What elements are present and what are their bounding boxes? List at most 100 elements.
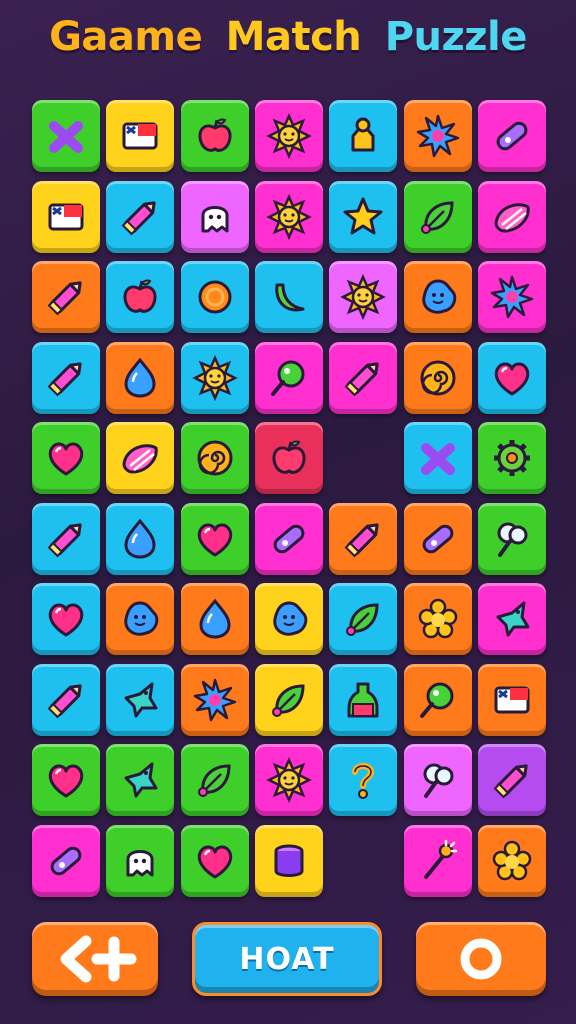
- heart-icon: [48, 603, 84, 637]
- banana-icon: [275, 283, 305, 312]
- tile-r8-c6[interactable]: [404, 664, 472, 736]
- tile-r5-c2[interactable]: [106, 422, 174, 494]
- hoat-button-label: HOAT: [239, 941, 335, 977]
- tile-r9-c7[interactable]: [478, 744, 546, 816]
- heart-icon: [197, 845, 233, 879]
- tile-r6-c6[interactable]: [404, 503, 472, 575]
- tile-r6-c4[interactable]: [255, 503, 323, 575]
- tile-r5-c6[interactable]: [404, 422, 472, 494]
- tile-r1-c4[interactable]: [255, 100, 323, 172]
- apple-icon: [123, 279, 157, 313]
- tile-r3-c3[interactable]: [181, 261, 249, 333]
- tile-r8-c4[interactable]: [255, 664, 323, 736]
- tile-r1-c7[interactable]: [478, 100, 546, 172]
- tile-r7-c5[interactable]: [329, 583, 397, 655]
- tile-r4-c7[interactable]: [478, 342, 546, 414]
- cross-icon: [421, 443, 455, 475]
- tile-r6-c7[interactable]: [478, 503, 546, 575]
- tile-r4-c3[interactable]: [181, 342, 249, 414]
- tile-r9-c5[interactable]: [329, 744, 397, 816]
- wand-icon: [424, 839, 458, 879]
- tile-r7-c2[interactable]: [106, 583, 174, 655]
- tile-r6-c5[interactable]: [329, 503, 397, 575]
- swirl-icon: [420, 360, 456, 396]
- tile-r2-c5[interactable]: [329, 181, 397, 253]
- heart-icon: [48, 764, 84, 798]
- lollipop-icon: [420, 682, 454, 718]
- circle-icon: [198, 280, 232, 314]
- tile-r2-c2[interactable]: [106, 181, 174, 253]
- tile-r8-c7[interactable]: [478, 664, 546, 736]
- tile-r10-c6[interactable]: [404, 825, 472, 897]
- tile-r7-c4[interactable]: [255, 583, 323, 655]
- sun-icon: [266, 112, 312, 160]
- tile-r5-c3[interactable]: [181, 422, 249, 494]
- drop-icon: [199, 598, 231, 639]
- tile-r1-c2[interactable]: [106, 100, 174, 172]
- tile-r4-c5[interactable]: [329, 342, 397, 414]
- tile-r8-c5[interactable]: [329, 664, 397, 736]
- tile-r9-c2[interactable]: [106, 744, 174, 816]
- flag-icon: [48, 203, 84, 231]
- tile-r5-c7[interactable]: [478, 422, 546, 494]
- tile-r6-c1[interactable]: [32, 503, 100, 575]
- tile-r7-c1[interactable]: [32, 583, 100, 655]
- title-word-3: Puzzle: [384, 14, 528, 60]
- tile-r3-c7[interactable]: [478, 261, 546, 333]
- candy-icon: [422, 524, 454, 554]
- tile-r1-c5[interactable]: [329, 100, 397, 172]
- tile-r4-c1[interactable]: [32, 342, 100, 414]
- tile-r10-c7[interactable]: [478, 825, 546, 897]
- tile-r4-c2[interactable]: [106, 342, 174, 414]
- ghost-icon: [126, 850, 154, 877]
- flower-icon: [492, 840, 532, 881]
- game-title: Gaame Match Puzzle: [0, 14, 576, 60]
- tile-r7-c7[interactable]: [478, 583, 546, 655]
- tile-r3-c5[interactable]: [329, 261, 397, 333]
- tile-r9-c3[interactable]: [181, 744, 249, 816]
- tile-r8-c1[interactable]: [32, 664, 100, 736]
- hoat-button[interactable]: HOAT: [192, 922, 382, 996]
- tile-r9-c1[interactable]: [32, 744, 100, 816]
- swirl-icon: [197, 440, 233, 476]
- tile-r4-c4[interactable]: [255, 342, 323, 414]
- starburst-icon: [490, 275, 534, 319]
- tile-r5-c4[interactable]: [255, 422, 323, 494]
- tile-r6-c3[interactable]: [181, 503, 249, 575]
- tile-r3-c1[interactable]: [32, 261, 100, 333]
- tile-r9-c6[interactable]: [404, 744, 472, 816]
- tile-r1-c6[interactable]: [404, 100, 472, 172]
- tile-r10-c2[interactable]: [106, 825, 174, 897]
- pencil-icon: [47, 523, 82, 558]
- title-word-1: Gaame: [49, 14, 203, 60]
- tile-r2-c4[interactable]: [255, 181, 323, 253]
- tile-r1-c3[interactable]: [181, 100, 249, 172]
- tile-r8-c2[interactable]: [106, 664, 174, 736]
- tile-r3-c2[interactable]: [106, 261, 174, 333]
- cotton-icon: [423, 763, 454, 798]
- tile-r3-c6[interactable]: [404, 261, 472, 333]
- tile-r4-c6[interactable]: [404, 342, 472, 414]
- blob-icon: [273, 601, 308, 636]
- tile-r6-c2[interactable]: [106, 503, 174, 575]
- tile-r2-c1[interactable]: [32, 181, 100, 253]
- tile-r2-c6[interactable]: [404, 181, 472, 253]
- tile-r7-c3[interactable]: [181, 583, 249, 655]
- tile-r1-c1[interactable]: [32, 100, 100, 172]
- tile-r10-c1[interactable]: [32, 825, 100, 897]
- pencil-icon: [121, 201, 156, 236]
- tile-r5-c1[interactable]: [32, 422, 100, 494]
- restart-button[interactable]: [416, 922, 546, 996]
- back-button[interactable]: [32, 922, 158, 996]
- tile-r10-c3[interactable]: [181, 825, 249, 897]
- tile-r2-c7[interactable]: [478, 181, 546, 253]
- candy-icon: [50, 846, 82, 876]
- tile-r3-c4[interactable]: [255, 261, 323, 333]
- tile-r10-c4[interactable]: [255, 825, 323, 897]
- tile-r2-c3[interactable]: [181, 181, 249, 253]
- pencil-icon: [47, 362, 82, 397]
- tile-r8-c3[interactable]: [181, 664, 249, 736]
- tile-r7-c6[interactable]: [404, 583, 472, 655]
- tile-r9-c4[interactable]: [255, 744, 323, 816]
- pencil-icon: [344, 523, 379, 558]
